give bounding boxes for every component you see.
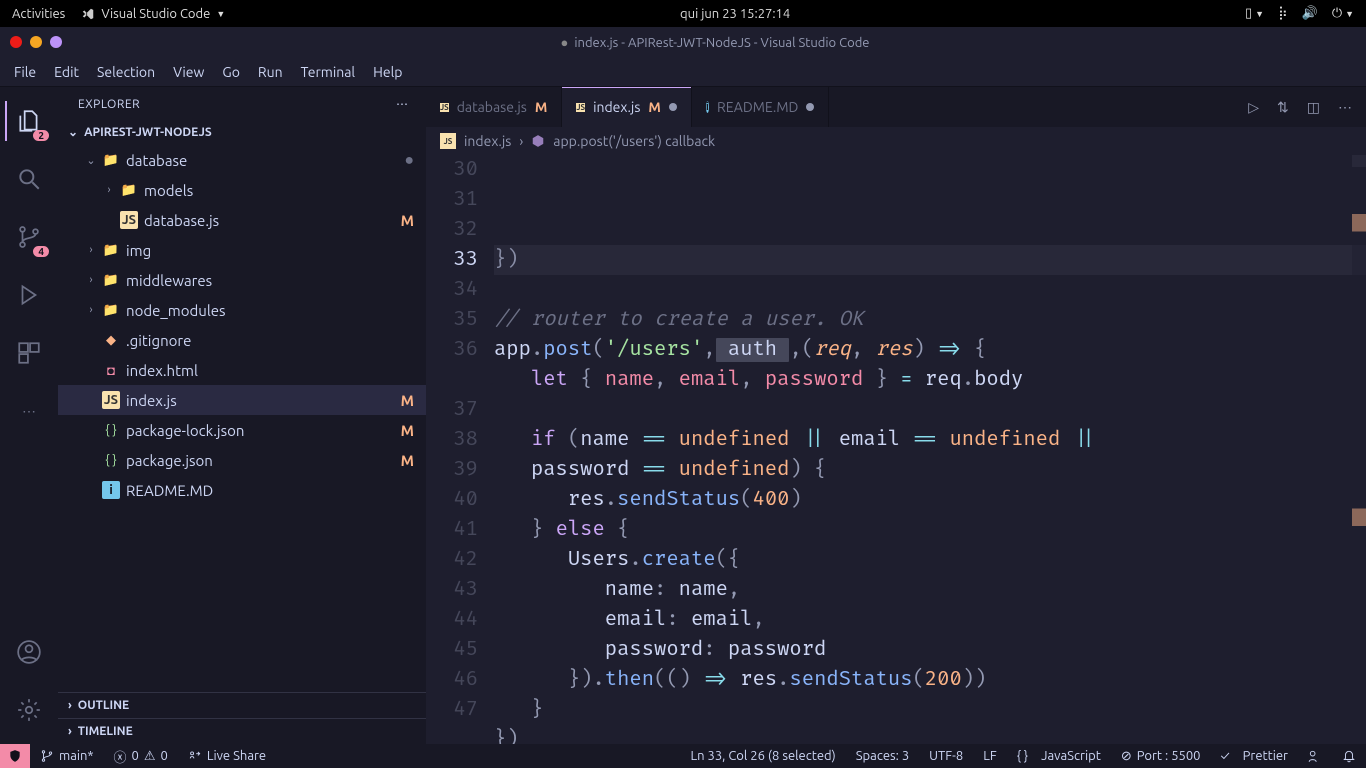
tree-item-img[interactable]: ›📁img <box>58 235 426 265</box>
clock[interactable]: qui jun 23 15:27:14 <box>225 7 1245 21</box>
activities-button[interactable]: Activities <box>12 7 65 21</box>
power-icon[interactable]: ⏻ ▼ <box>1332 6 1354 21</box>
project-header[interactable]: ⌄APIREST-JWT-NODEJS <box>58 119 426 145</box>
menu-run[interactable]: Run <box>250 60 291 84</box>
timeline-section[interactable]: ›TIMELINE <box>58 718 426 744</box>
activity-account[interactable] <box>5 628 53 676</box>
tree-item-middlewares[interactable]: ›📁middlewares <box>58 265 426 295</box>
menu-terminal[interactable]: Terminal <box>293 60 364 84</box>
language-mode[interactable]: { } JavaScript <box>1007 749 1111 763</box>
branch-icon <box>40 749 54 763</box>
app-indicator[interactable]: Visual Studio Code ▼ <box>81 7 225 21</box>
extensions-icon <box>16 340 42 366</box>
explorer-sidebar: EXPLORER ⋯ ⌄APIREST-JWT-NODEJS ⌄📁databas… <box>58 87 426 744</box>
tree-item-models[interactable]: ›📁models <box>58 175 426 205</box>
window-controls <box>10 36 62 48</box>
activity-scm[interactable]: 4 <box>5 213 53 261</box>
tree-item-database-js[interactable]: JSdatabase.jsM <box>58 205 426 235</box>
indentation[interactable]: Spaces: 3 <box>846 749 919 763</box>
activity-explorer[interactable]: 2 <box>5 97 53 145</box>
eol[interactable]: LF <box>973 749 1006 763</box>
explorer-badge: 2 <box>33 130 49 141</box>
account-icon <box>16 639 42 665</box>
encoding[interactable]: UTF-8 <box>919 749 973 763</box>
menu-file[interactable]: File <box>6 60 44 84</box>
cursor-position[interactable]: Ln 33, Col 26 (8 selected) <box>680 749 845 763</box>
method-icon <box>531 134 545 148</box>
activity-bar: 2 4 ⋯ <box>0 87 58 744</box>
bell-icon <box>1342 749 1356 763</box>
live-share[interactable]: Live Share <box>178 749 276 763</box>
editor-tabs: JSdatabase.jsMJSindex.jsMiREADME.MD ▷ ⇅ ◫ ⋯ <box>426 87 1366 127</box>
shield-icon <box>8 749 22 763</box>
menu-bar: File Edit Selection View Go Run Terminal… <box>0 57 1366 87</box>
activity-more[interactable]: ⋯ <box>5 387 53 435</box>
tab-index-js[interactable]: JSindex.jsM <box>562 87 692 127</box>
git-branch[interactable]: main* <box>30 749 104 763</box>
title-bar: ●index.js - APIRest-JWT-NodeJS - Visual … <box>0 27 1366 57</box>
activity-extensions[interactable] <box>5 329 53 377</box>
maximize-window[interactable] <box>50 36 62 48</box>
tree-item-package-lock-json[interactable]: { }package-lock.jsonM <box>58 415 426 445</box>
breadcrumb[interactable]: JS index.js › app.post('/users') callbac… <box>426 127 1366 155</box>
activity-settings[interactable] <box>5 686 53 734</box>
prettier-status[interactable]: ✓ Prettier <box>1211 749 1298 763</box>
status-bar: main* ⓧ0 ⚠0 Live Share Ln 33, Col 26 (8 … <box>0 744 1366 768</box>
scm-badge: 4 <box>33 246 49 257</box>
tree-item-database[interactable]: ⌄📁database● <box>58 145 426 175</box>
more-actions[interactable]: ⋯ <box>1338 99 1352 116</box>
battery-icon[interactable]: ▯ ▼ <box>1245 6 1264 21</box>
window-title: index.js - APIRest-JWT-NodeJS - Visual S… <box>574 36 869 50</box>
minimize-window[interactable] <box>30 36 42 48</box>
explorer-more[interactable]: ⋯ <box>396 97 410 111</box>
liveshare-icon <box>188 749 202 763</box>
activity-run[interactable] <box>5 271 53 319</box>
tree-item-readme-md[interactable]: iREADME.MD <box>58 475 426 505</box>
os-top-bar: Activities Visual Studio Code ▼ qui jun … <box>0 0 1366 27</box>
gear-icon <box>16 697 42 723</box>
split-editor[interactable]: ◫ <box>1307 99 1320 116</box>
remote-indicator[interactable] <box>0 744 30 768</box>
run-button[interactable]: ▷ <box>1248 99 1259 116</box>
breadcrumb-file: index.js <box>464 133 511 149</box>
network-icon[interactable]: ⡷ <box>1278 6 1288 21</box>
breadcrumb-symbol: app.post('/users') callback <box>553 133 715 149</box>
tree-item--gitignore[interactable]: ◆.gitignore <box>58 325 426 355</box>
editor-area: JSdatabase.jsMJSindex.jsMiREADME.MD▷⇅◫⋯ … <box>426 87 1366 744</box>
tree-item-index-js[interactable]: JSindex.jsM <box>58 385 426 415</box>
tree-item-node-modules[interactable]: ›📁node_modules <box>58 295 426 325</box>
split-diff-icon[interactable]: ⇅ <box>1277 99 1289 116</box>
play-bug-icon <box>16 282 42 308</box>
code-editor[interactable]: 30313233343536 3738394041424344454647 })… <box>426 155 1366 744</box>
menu-selection[interactable]: Selection <box>89 60 163 84</box>
tab-database-js[interactable]: JSdatabase.jsM <box>426 87 562 127</box>
notifications[interactable] <box>1332 749 1366 763</box>
feedback-icon[interactable] <box>1298 749 1332 763</box>
problems[interactable]: ⓧ0 ⚠0 <box>104 747 178 766</box>
vscode-icon <box>81 7 95 21</box>
menu-go[interactable]: Go <box>214 60 247 84</box>
tree-item-index-html[interactable]: ◘index.html <box>58 355 426 385</box>
search-icon <box>16 166 42 192</box>
activity-search[interactable] <box>5 155 53 203</box>
tree-item-package-json[interactable]: { }package.jsonM <box>58 445 426 475</box>
volume-icon[interactable]: 🔊 <box>1302 6 1318 21</box>
menu-edit[interactable]: Edit <box>46 60 87 84</box>
explorer-title: EXPLORER <box>78 98 140 111</box>
outline-section[interactable]: ›OUTLINE <box>58 692 426 718</box>
menu-view[interactable]: View <box>165 60 212 84</box>
tab-readme-md[interactable]: iREADME.MD <box>692 87 830 127</box>
live-server-port[interactable]: ⊘Port : 5500 <box>1111 749 1211 764</box>
file-tree: ⌄📁database●›📁modelsJSdatabase.jsM›📁img›📁… <box>58 145 426 692</box>
minimap[interactable] <box>1352 155 1366 744</box>
menu-help[interactable]: Help <box>365 60 410 84</box>
close-window[interactable] <box>10 36 22 48</box>
